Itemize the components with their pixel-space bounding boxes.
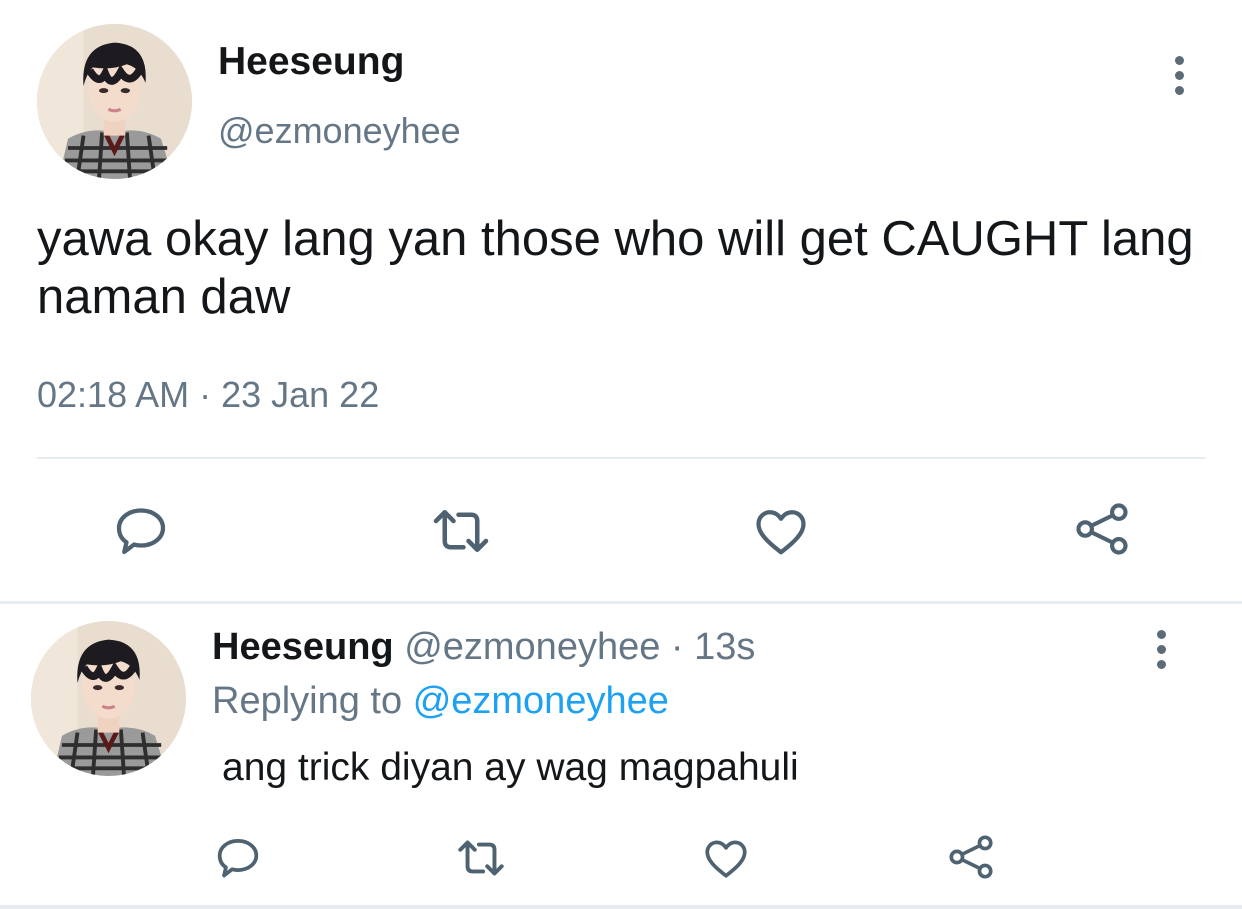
heart-icon	[756, 510, 806, 555]
retweet-icon	[458, 840, 504, 876]
share-button[interactable]	[1068, 495, 1136, 563]
tweet-text: yawa okay lang yan those who will get CA…	[37, 212, 1194, 324]
reply-handle-meta[interactable]: @ezmoneyhee · 13s	[404, 626, 755, 668]
replying-mention-link[interactable]: @ezmoneyhee	[413, 680, 669, 722]
more-dot-icon	[1156, 644, 1166, 654]
reply-share-button[interactable]	[942, 828, 1000, 886]
reply-avatar[interactable]	[31, 621, 186, 776]
share-icon	[1076, 503, 1128, 555]
retweet-button[interactable]	[425, 498, 497, 564]
reply-icon	[116, 508, 166, 555]
more-dot-icon	[1174, 70, 1184, 80]
reply-text: ang trick diyan ay wag magpahuli	[222, 746, 799, 789]
more-dot-icon	[1156, 629, 1166, 639]
retweet-icon	[433, 510, 489, 552]
replying-prefix: Replying to	[212, 680, 403, 722]
more-dot-icon	[1156, 659, 1166, 669]
user-handle[interactable]: @ezmoneyhee	[218, 110, 461, 152]
share-icon	[949, 835, 993, 879]
more-dot-icon	[1174, 55, 1184, 65]
like-button[interactable]	[748, 498, 814, 564]
more-options-button[interactable]	[1164, 50, 1194, 100]
main-tweet: Heeseung @ezmoneyhee yawa okay lang yan …	[0, 0, 1242, 602]
replying-to: Replying to @ezmoneyhee	[212, 680, 669, 723]
reply-more-options-button[interactable]	[1146, 624, 1176, 674]
reply-icon	[217, 839, 259, 878]
avatar-photo	[31, 621, 186, 776]
section-divider	[0, 601, 1242, 604]
tweet-timestamp[interactable]: 02:18 AM · 23 Jan 22	[37, 374, 379, 416]
avatar-photo	[37, 24, 192, 179]
display-name[interactable]: Heeseung	[218, 40, 404, 84]
avatar[interactable]	[37, 24, 192, 179]
bottom-divider	[0, 905, 1242, 909]
reply-retweet-button[interactable]	[450, 830, 512, 886]
reply-reply-button[interactable]	[210, 830, 266, 886]
reply-button[interactable]	[108, 498, 174, 564]
divider	[37, 457, 1205, 459]
reply-header: Heeseung @ezmoneyhee · 13s	[212, 626, 755, 669]
more-dot-icon	[1174, 85, 1184, 95]
reply-like-button[interactable]	[698, 830, 754, 886]
reply-display-name[interactable]: Heeseung	[212, 626, 394, 668]
heart-icon	[705, 840, 747, 878]
